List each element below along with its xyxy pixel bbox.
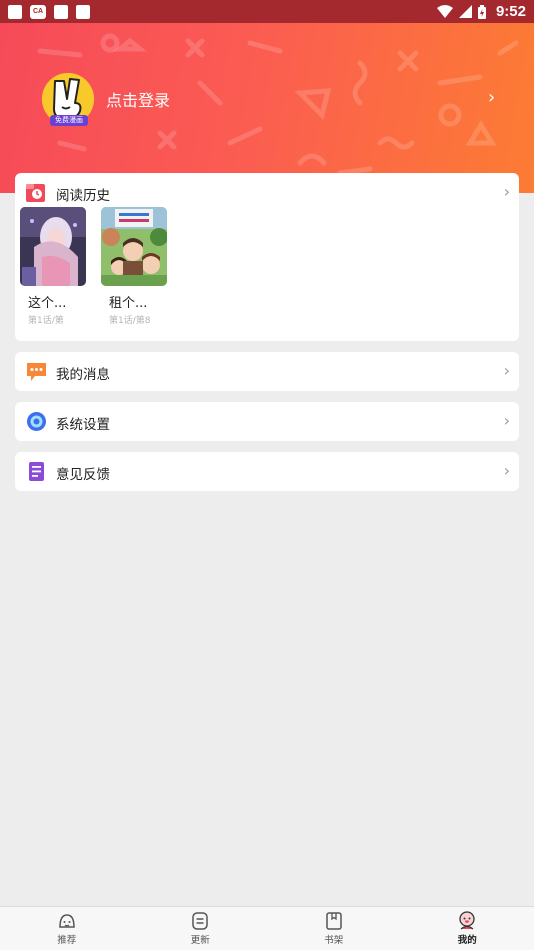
book-cover[interactable] [20, 207, 86, 286]
chevron-right-icon: › [503, 411, 510, 430]
nav-label: 书架 [324, 935, 344, 946]
nav-label: 更新 [190, 935, 210, 946]
a-badge-icon [76, 4, 90, 19]
chevron-right-icon: › [503, 361, 510, 380]
battery-icon [477, 4, 486, 19]
reading-history-title: 阅读历史 [56, 188, 110, 204]
menu-label: 系统设置 [56, 417, 110, 433]
avatar-badge: 免费漫画 [50, 115, 88, 126]
menu-label: 我的消息 [56, 367, 110, 383]
book-progress: 第1话/第 [28, 316, 64, 326]
history-book[interactable]: 租个... 第1话/第8 [101, 207, 167, 326]
feedback-icon [29, 462, 44, 481]
book-cover[interactable] [101, 207, 167, 286]
profile-icon [459, 911, 475, 930]
wifi-icon [436, 5, 453, 18]
book-title: 这个... [28, 296, 67, 311]
nav-label: 我的 [457, 935, 477, 946]
menu-item-feedback[interactable]: 意见反馈 › [15, 452, 519, 491]
notification-square-icon [8, 4, 22, 19]
reading-history-card: 阅读历史 › 这个... 第1话/第 租个... 第1话/第8 [15, 173, 519, 341]
status-bar: CA 9:52 [0, 0, 534, 23]
nav-label: 推荐 [57, 935, 77, 946]
bookshelf-icon [326, 912, 342, 930]
login-link[interactable]: 点击登录 [106, 87, 170, 111]
chevron-right-icon[interactable]: › [504, 182, 510, 201]
recommend-icon [58, 914, 75, 928]
nav-item-bookshelf[interactable]: 书架 [267, 907, 401, 950]
clock: 9:52 [495, 3, 526, 20]
update-icon [192, 912, 208, 930]
chevron-right-icon[interactable]: › [488, 87, 495, 108]
menu-label: 意见反馈 [56, 467, 110, 483]
message-icon [27, 363, 46, 381]
signal-icon [458, 5, 472, 18]
book-progress: 第1话/第8 [109, 316, 151, 326]
ca-badge-icon: CA [30, 4, 46, 19]
history-book[interactable]: 这个... 第1话/第 [20, 207, 86, 326]
chevron-right-icon: › [503, 461, 510, 480]
nav-item-profile[interactable]: 我的 [401, 907, 534, 950]
menu-item-messages[interactable]: 我的消息 › [15, 352, 519, 391]
book-title: 租个... [109, 296, 148, 311]
bottom-nav: 推荐 更新 书架 我的 [0, 906, 534, 950]
menu-item-settings[interactable]: 系统设置 › [15, 402, 519, 441]
settings-icon [27, 412, 46, 431]
history-icon [26, 184, 45, 202]
nav-item-update[interactable]: 更新 [134, 907, 268, 950]
profile-header: 免费漫画 点击登录 › [0, 23, 534, 193]
notification-square-icon [54, 4, 68, 19]
nav-item-recommend[interactable]: 推荐 [0, 907, 134, 950]
